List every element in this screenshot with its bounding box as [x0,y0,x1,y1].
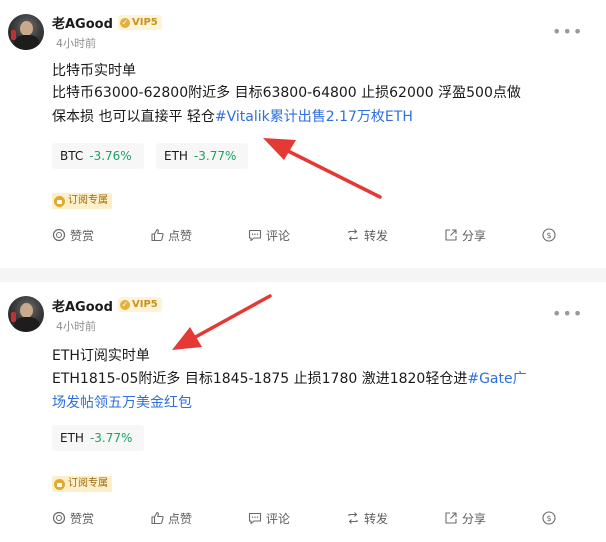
share-button[interactable]: 分享 [444,508,486,528]
comment-icon [248,511,266,525]
repost-button[interactable]: 转发 [346,225,388,245]
content-line: ETH1815-05附近多 目标1845-1875 止损1780 激进1820轻… [52,367,572,391]
content-text: ETH1815-05附近多 目标1845-1875 止损1780 激进1820轻… [52,371,468,387]
tip-icon [52,511,70,525]
repost-label: 转发 [364,511,389,526]
repost-icon [346,228,364,242]
tip-button[interactable]: 赞赏 [52,225,94,245]
ticker-change: -3.77% [89,431,133,445]
comment-label: 评论 [266,511,291,526]
subscription-label: 订阅专属 [68,195,108,206]
post-card-1: 老AGood ✓ VIP5 4小时前 ••• 比特币实时单 比特币63000-6… [0,0,606,268]
hashtag-link[interactable]: #Gate广 [467,371,526,387]
ticker-chip-eth[interactable]: ETH -3.77% [156,143,248,169]
vip-badge: ✓ VIP5 [118,15,162,30]
repost-icon [346,511,364,525]
tip-label: 赞赏 [70,228,95,243]
tip-icon [52,228,70,242]
username[interactable]: 老AGood [52,13,113,32]
vip-label: VIP5 [132,299,158,310]
like-button[interactable]: 点赞 [150,508,192,528]
thumbs-up-icon [150,511,168,525]
avatar[interactable] [8,296,44,332]
post-content: ETH1815-05附近多 目标1845-1875 止损1780 激进1820轻… [52,367,572,415]
comment-button[interactable]: 评论 [248,225,290,245]
like-label: 点赞 [168,228,193,243]
comment-button[interactable]: 评论 [248,508,290,528]
post-content: 比特币63000-62800附近多 目标63800-64800 止损62000 … [52,81,572,129]
svg-text:$: $ [546,514,551,523]
more-options-icon[interactable]: ••• [552,306,583,322]
vip-icon: ✓ [120,17,130,28]
avatar[interactable] [8,14,44,50]
share-label: 分享 [462,228,487,243]
svg-text:$: $ [546,231,551,240]
subscription-label: 订阅专属 [68,478,108,489]
subscription-badge: 订阅专属 [52,193,112,209]
dollar-icon: $ [542,511,560,525]
post-title: 比特币实时单 [52,63,136,79]
content-line: 比特币63000-62800附近多 目标63800-64800 止损62000 … [52,85,521,101]
reward-button[interactable]: $ [542,508,560,528]
ticker-symbol: ETH [60,431,84,445]
repost-button[interactable]: 转发 [346,508,388,528]
content-line: 场发帖领五万美金红包 [52,391,572,415]
content-line: 保本损 也可以直接平 轻仓#Vitalik累计出售2.17万枚ETH [52,105,572,129]
ticker-change: -3.76% [89,149,132,163]
content-text: 保本损 也可以直接平 轻仓 [52,109,215,125]
post-title: ETH订阅实时单 [52,348,150,364]
action-bar: 赞赏 点赞 评论 转发 分享 $ [0,225,606,245]
like-button[interactable]: 点赞 [150,225,192,245]
post-time: 4小时前 [56,320,96,333]
comment-label: 评论 [266,228,291,243]
more-options-icon[interactable]: ••• [552,24,583,40]
share-button[interactable]: 分享 [444,225,486,245]
dollar-icon: $ [542,228,560,242]
ticker-change: -3.77% [193,149,237,163]
username[interactable]: 老AGood [52,296,113,315]
vip-label: VIP5 [132,17,158,28]
lock-icon [54,195,65,207]
share-label: 分享 [462,511,487,526]
lock-icon [54,478,65,490]
comment-icon [248,228,266,242]
post-time: 4小时前 [56,37,96,50]
reward-button[interactable]: $ [542,225,560,245]
tip-button[interactable]: 赞赏 [52,508,94,528]
ticker-symbol: ETH [164,149,188,163]
share-icon [444,228,462,242]
post-separator [0,268,606,282]
share-icon [444,511,462,525]
thumbs-up-icon [150,228,168,242]
vip-badge: ✓ VIP5 [118,297,162,312]
ticker-chip-eth[interactable]: ETH -3.77% [52,425,144,451]
hashtag-link[interactable]: 场发帖领五万美金红包 [52,395,192,411]
hashtag-link[interactable]: #Vitalik累计出售2.17万枚ETH [215,109,413,125]
vip-icon: ✓ [120,299,130,310]
post-card-2: 老AGood ✓ VIP5 4小时前 ••• ETH订阅实时单 ETH1815-… [0,282,606,542]
repost-label: 转发 [364,228,389,243]
subscription-badge: 订阅专属 [52,476,112,492]
action-bar: 赞赏 点赞 评论 转发 分享 $ [0,508,606,528]
ticker-symbol: BTC [60,149,84,163]
ticker-chip-btc[interactable]: BTC -3.76% [52,143,144,169]
tip-label: 赞赏 [70,511,95,526]
like-label: 点赞 [168,511,193,526]
